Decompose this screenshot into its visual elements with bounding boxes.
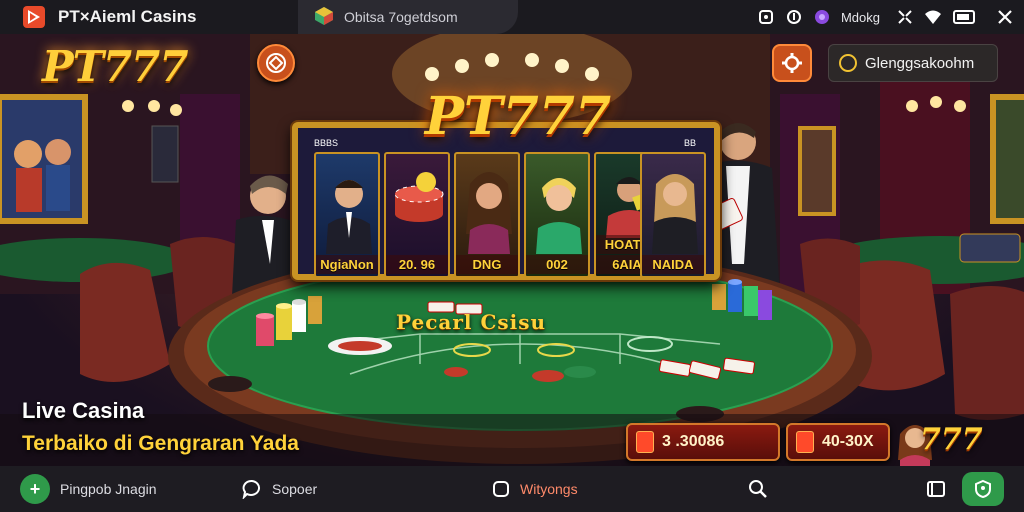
square-icon: [493, 481, 509, 497]
tab-url: Obitsa 7ogetdsom: [344, 9, 458, 25]
nav-item-home[interactable]: + Pingpob Jnagin: [20, 466, 157, 512]
slot-corner-left: BBBS: [314, 138, 339, 148]
reel-character-image: [466, 172, 512, 254]
link-icon[interactable]: [757, 8, 775, 26]
shield-icon: [975, 479, 991, 499]
nav-item-search[interactable]: [748, 466, 768, 512]
status-bar: PT×Aieml Casins Obitsa 7ogetdsom Mdokg: [0, 0, 1024, 34]
nav-item-support[interactable]: Sopoer: [242, 466, 317, 512]
reel-character-image: [536, 178, 582, 254]
reel-chips-image: [394, 172, 444, 222]
hero-title: Live Casina: [22, 398, 145, 423]
account-button[interactable]: Glenggsakoohm: [828, 44, 998, 82]
reel-label: 20. 96: [386, 255, 448, 274]
nav-label: Sopoer: [272, 481, 318, 497]
app-tab-icon: [315, 7, 333, 25]
bottom-nav: + Pingpob Jnagin Sopoer Wityongs: [0, 466, 1024, 512]
hero-subtitle: Terbaiko di Gengraran Yada: [22, 432, 299, 455]
table-title: Pecarl Csisu: [396, 310, 547, 334]
nav-item-cast[interactable]: [926, 466, 946, 512]
account-label: Glenggsakoohm: [865, 54, 975, 72]
nav-label: Pingpob Jnagin: [60, 481, 157, 497]
app-title: PT×Aieml Casins: [58, 7, 197, 26]
jackpot-icon: [636, 431, 654, 453]
app-logo-icon[interactable]: [22, 5, 46, 29]
jackpot-value: 3 .30086: [662, 433, 725, 450]
circle-purple-icon[interactable]: [813, 8, 831, 26]
mini-logo: 777: [920, 422, 983, 457]
shield-button[interactable]: [962, 472, 1004, 506]
slot-corner-right: BB: [683, 138, 696, 148]
close-icon[interactable]: [996, 8, 1014, 26]
search-icon: [749, 480, 767, 498]
settings-button[interactable]: [772, 44, 812, 82]
record-icon[interactable]: [785, 8, 803, 26]
slot-reel[interactable]: 002: [524, 152, 590, 278]
reel-character-image: [326, 180, 372, 254]
plus-icon: +: [20, 474, 50, 504]
multiplier-value: 40-30X: [822, 433, 874, 450]
slot-reel[interactable]: DNG: [454, 152, 520, 278]
multiplier-counter[interactable]: 40-30X: [786, 423, 890, 461]
reel-label: DNG: [456, 255, 518, 274]
account-status-icon: [839, 54, 857, 72]
nav-label: Wityongs: [520, 481, 578, 497]
nav-item-winnings[interactable]: Wityongs: [492, 466, 578, 512]
slot-reel[interactable]: NgiaNon: [314, 152, 380, 278]
center-game-logo: PT777: [424, 86, 612, 147]
jackpot-counter[interactable]: 3 .30086: [626, 423, 780, 461]
chip-button[interactable]: [257, 44, 295, 82]
system-tray: Mdokg: [757, 0, 1014, 34]
reel-label: NgiaNon: [316, 255, 378, 274]
casino-scene: PT777 Glenggsakoohm BBBS BB NgiaNon 20. …: [0, 34, 1024, 466]
wifi-icon: [924, 8, 942, 26]
slot-reel[interactable]: NAIDA: [640, 152, 706, 278]
multiplier-icon: [796, 431, 814, 453]
reel-label: 002: [526, 255, 588, 274]
status-label: Mdokg: [840, 9, 880, 25]
cast-icon: [927, 481, 945, 497]
reel-label: NAIDA: [642, 255, 704, 274]
chip-icon: [266, 53, 286, 73]
slot-reel[interactable]: 20. 96: [384, 152, 450, 278]
settings-icon: [782, 53, 802, 73]
expand-icon[interactable]: [896, 8, 914, 26]
browser-tab[interactable]: Obitsa 7ogetdsom: [298, 0, 518, 34]
brand-logo[interactable]: PT777: [42, 42, 189, 91]
reel-character-image: [652, 174, 698, 254]
chat-icon: [242, 480, 260, 499]
battery-icon: [952, 8, 978, 26]
